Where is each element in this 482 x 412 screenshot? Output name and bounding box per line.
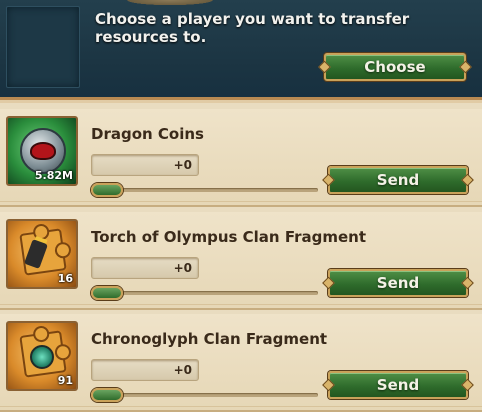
send-button[interactable]: Send xyxy=(328,166,468,194)
amount-slider-track[interactable] xyxy=(96,291,318,295)
transfer-header: Choose a player you want to transfer res… xyxy=(0,0,482,103)
resource-row-torch-fragment: 16 Torch of Olympus Clan Fragment +0 Sen… xyxy=(0,212,482,310)
transfer-amount-field[interactable]: +0 xyxy=(91,359,199,381)
player-avatar-slot[interactable] xyxy=(6,6,80,88)
transfer-amount-field[interactable]: +0 xyxy=(91,154,199,176)
dragon-coin-art xyxy=(20,128,66,174)
resource-count: 16 xyxy=(57,272,73,285)
resource-name: Torch of Olympus Clan Fragment xyxy=(91,228,367,246)
amount-slider-thumb[interactable] xyxy=(91,388,123,402)
transfer-amount-field[interactable]: +0 xyxy=(91,257,199,279)
amount-slider-thumb[interactable] xyxy=(91,183,123,197)
torch-fragment-icon: 16 xyxy=(6,219,78,289)
dragon-coin-icon: 5.82M xyxy=(6,116,78,186)
choose-player-button[interactable]: Choose xyxy=(324,53,466,81)
chronoglyph-fragment-icon: 91 xyxy=(6,321,78,391)
header-ornament xyxy=(120,0,220,6)
send-button[interactable]: Send xyxy=(328,371,468,399)
amount-slider-track[interactable] xyxy=(96,188,318,192)
transfer-prompt: Choose a player you want to transfer res… xyxy=(95,10,410,46)
resource-count: 5.82M xyxy=(34,169,73,182)
resource-name: Dragon Coins xyxy=(91,125,204,143)
amount-slider-thumb[interactable] xyxy=(91,286,123,300)
resource-row-dragon-coins: 5.82M Dragon Coins +0 Send xyxy=(0,109,482,207)
resource-count: 91 xyxy=(57,374,73,387)
resource-row-chronoglyph-fragment: 91 Chronoglyph Clan Fragment +0 Send xyxy=(0,314,482,412)
resource-name: Chronoglyph Clan Fragment xyxy=(91,330,328,348)
amount-slider-track[interactable] xyxy=(96,393,318,397)
chronoglyph-icon xyxy=(30,345,54,369)
send-button[interactable]: Send xyxy=(328,269,468,297)
